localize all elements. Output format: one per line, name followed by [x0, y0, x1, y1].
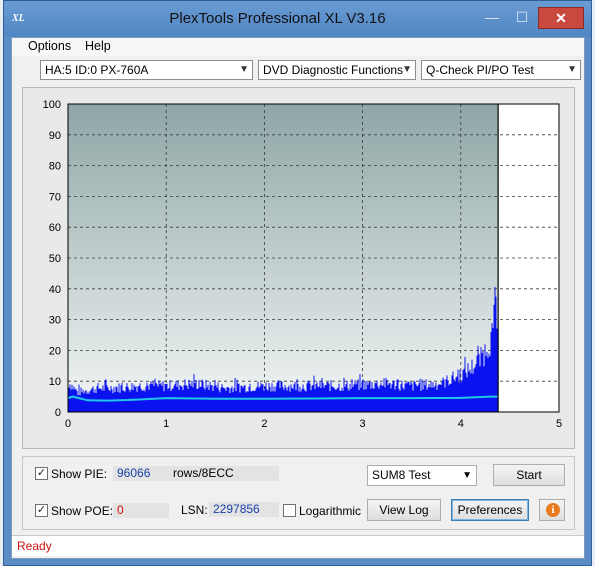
logarithmic-label: Logarithmic — [299, 504, 362, 518]
y-tick-label: 70 — [49, 191, 61, 203]
test-select-value: Q-Check PI/PO Test — [426, 63, 534, 77]
x-tick-label: 0 — [65, 418, 71, 430]
y-tick-label: 80 — [49, 161, 61, 173]
sum-test-select-value: SUM8 Test — [372, 468, 431, 482]
start-button[interactable]: Start — [493, 464, 565, 486]
x-tick-label: 4 — [458, 418, 464, 430]
drive-select-value: HA:5 ID:0 PX-760A — [45, 63, 149, 77]
y-tick-label: 90 — [49, 130, 61, 142]
info-icon: i — [546, 503, 560, 517]
chevron-down-icon: ▼ — [567, 64, 577, 75]
test-select[interactable]: Q-Check PI/PO Test ▼ — [421, 60, 581, 80]
view-log-button[interactable]: View Log — [367, 499, 441, 521]
x-tick-label: 1 — [163, 418, 169, 430]
maximize-button[interactable]: ☐ — [508, 7, 536, 29]
x-tick-label: 5 — [556, 418, 562, 430]
status-bar: Ready — [12, 535, 584, 556]
y-tick-label: 60 — [49, 222, 61, 234]
function-select[interactable]: DVD Diagnostic Functions ▼ — [258, 60, 416, 80]
x-tick-label: 2 — [261, 418, 267, 430]
y-tick-label: 50 — [49, 253, 61, 265]
preferences-button[interactable]: Preferences — [451, 499, 529, 521]
function-select-value: DVD Diagnostic Functions — [263, 63, 404, 77]
show-poe-checkbox[interactable]: ✓ — [35, 504, 48, 517]
pie-value: 96066 — [113, 466, 169, 481]
drive-select[interactable]: HA:5 ID:0 PX-760A ▼ — [40, 60, 253, 80]
chevron-down-icon: ▼ — [462, 470, 472, 481]
logarithmic-checkbox[interactable] — [283, 504, 296, 517]
close-button[interactable]: ✕ — [538, 7, 584, 29]
client-area: Options Help HA:5 ID:0 PX-760A ▼ DVD Dia… — [11, 37, 585, 559]
menu-help[interactable]: Help — [85, 39, 111, 53]
chart-panel: 0 10 20 30 40 50 60 70 80 90 100 0 1 2 3 4 5 — [22, 87, 575, 449]
menu-options[interactable]: Options — [28, 39, 71, 53]
menu-bar: Options Help — [12, 38, 584, 56]
y-tick-label: 0 — [55, 407, 61, 419]
app-window: XL PlexTools Professional XL V3.16 — ☐ ✕… — [3, 0, 592, 566]
results-panel: ✓ Show PIE: 96066 rows/8ECC SUM8 Test ▼ … — [22, 456, 575, 530]
lsn-value: 2297856 — [209, 502, 279, 517]
y-tick-label: 100 — [43, 99, 61, 111]
show-poe-label: Show POE: — [51, 504, 114, 518]
chevron-down-icon: ▼ — [402, 64, 412, 75]
pi-po-chart: 0 10 20 30 40 50 60 70 80 90 100 0 1 2 3 4 5 — [43, 99, 562, 430]
info-button[interactable]: i — [539, 499, 565, 521]
y-tick-label: 30 — [49, 315, 61, 327]
show-pie-checkbox[interactable]: ✓ — [35, 467, 48, 480]
lsn-label: LSN: — [181, 503, 208, 517]
show-pie-label: Show PIE: — [51, 467, 108, 481]
poe-value: 0 — [113, 503, 169, 518]
title-bar[interactable]: XL PlexTools Professional XL V3.16 — ☐ ✕ — [4, 1, 591, 37]
y-tick-label: 40 — [49, 284, 61, 296]
pie-unit: rows/8ECC — [169, 466, 279, 481]
x-tick-label: 3 — [360, 418, 366, 430]
status-text: Ready — [17, 539, 52, 553]
sum-test-select[interactable]: SUM8 Test ▼ — [367, 465, 477, 486]
y-tick-label: 10 — [49, 376, 61, 388]
chevron-down-icon: ▼ — [239, 64, 249, 75]
y-tick-label: 20 — [49, 345, 61, 357]
minimize-button[interactable]: — — [478, 7, 506, 29]
